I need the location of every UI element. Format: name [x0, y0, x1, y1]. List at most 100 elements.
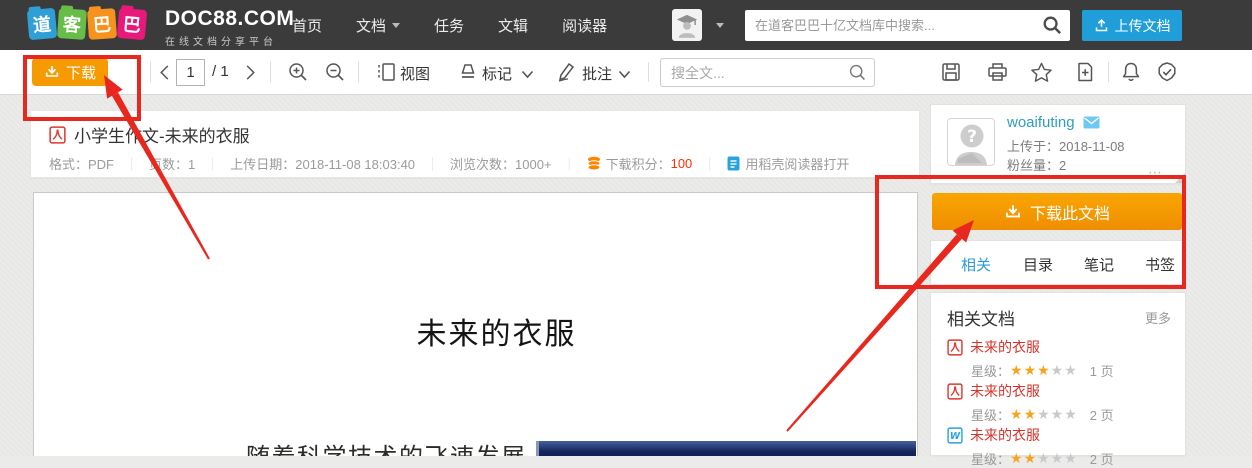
- preview-page-title: 未来的衣服: [34, 309, 917, 353]
- uploader-username[interactable]: woaifuting: [1007, 114, 1075, 131]
- view-mode-button[interactable]: 视图: [400, 63, 430, 84]
- main-nav: 首页 文档 任务 文辑 阅读器: [292, 15, 641, 36]
- stars-filled: ★★: [1010, 450, 1037, 467]
- annotate-caret-icon[interactable]: [618, 66, 631, 84]
- nav-collections[interactable]: 文辑: [498, 15, 528, 36]
- stars-empty: ★★★: [1037, 450, 1078, 467]
- logo-tile: 道: [27, 8, 58, 40]
- document-meta: 格式：PDF ｜ 页数：1 ｜ 上传日期：2018-11-08 18:03:40…: [49, 154, 849, 173]
- site-search: [745, 10, 1070, 41]
- divider: [150, 62, 151, 82]
- tab-notes[interactable]: 笔记: [1084, 254, 1114, 275]
- meta-views: 浏览次数：1000+: [450, 154, 552, 173]
- meta-credit-label: 下载积分：: [606, 154, 671, 173]
- doc88-logo[interactable]: 道 客 巴 巴: [28, 9, 148, 39]
- notification-bell-icon[interactable]: [1120, 61, 1142, 88]
- related-doc-pages: 2 页: [1090, 405, 1114, 424]
- nav-reader[interactable]: 阅读器: [562, 15, 607, 36]
- document-info-card: 小学生作文-未来的衣服 格式：PDF ｜ 页数：1 ｜ 上传日期：2018-11…: [30, 110, 920, 178]
- pdf-file-icon: [49, 126, 66, 144]
- uploader-card: ? woaifuting 上传于：2018-11-08 粉丝量：2 ⋯: [930, 104, 1186, 184]
- add-file-icon[interactable]: [1075, 61, 1095, 88]
- resize-corner: [1175, 173, 1185, 183]
- view-mode-icon[interactable]: [376, 61, 396, 88]
- rating-label: 星级：: [971, 405, 1010, 424]
- nav-home[interactable]: 首页: [292, 15, 322, 36]
- download-this-document-button[interactable]: 下载此文档: [932, 193, 1182, 230]
- related-doc-pages: 1 页: [1090, 361, 1114, 380]
- mark-button[interactable]: 标记: [482, 63, 512, 84]
- zoom-out-icon[interactable]: [324, 61, 346, 88]
- search-icon[interactable]: [1042, 15, 1063, 41]
- next-page-button[interactable]: [243, 64, 257, 86]
- reader-doc-icon: [727, 156, 740, 171]
- related-heading: 相关文档: [947, 305, 1015, 330]
- search-icon[interactable]: [848, 63, 867, 87]
- logo-tile: 客: [57, 8, 87, 40]
- print-icon[interactable]: [986, 61, 1009, 88]
- tab-bookmarks[interactable]: 书签: [1145, 254, 1175, 275]
- svg-text:?: ?: [967, 127, 977, 147]
- site-search-input[interactable]: [755, 10, 1035, 41]
- related-more-link[interactable]: 更多: [1145, 308, 1171, 327]
- sidebar-tabs: 相关 目录 笔记 书签: [930, 240, 1186, 285]
- brand-block[interactable]: DOC88.COM 在线文档分享平台: [165, 7, 294, 48]
- related-doc-title[interactable]: 未来的衣服: [970, 337, 1040, 357]
- avatar-caret-down-icon[interactable]: [716, 23, 724, 28]
- favorite-star-icon[interactable]: [1030, 61, 1053, 88]
- related-doc-title[interactable]: 未来的衣服: [970, 425, 1040, 445]
- rating-label: 星级：: [971, 361, 1010, 380]
- prev-page-button[interactable]: [158, 64, 172, 86]
- upload-document-button[interactable]: 上传文档: [1082, 10, 1182, 41]
- open-with-reader-link[interactable]: 用稻壳阅读器打开: [745, 154, 849, 173]
- uploader-date: 上传于：2018-11-08: [1007, 136, 1125, 155]
- pen-icon[interactable]: [556, 61, 578, 88]
- user-avatar[interactable]: [672, 9, 702, 41]
- related-item[interactable]: 未来的衣服 星级： ★★★ ★★ 1 页: [947, 337, 1171, 377]
- brand-name: DOC88.COM: [165, 7, 294, 31]
- upload-icon: [1094, 18, 1109, 33]
- rating-label: 星级：: [971, 449, 1010, 468]
- download-button[interactable]: 下载: [32, 58, 108, 86]
- zoom-in-icon[interactable]: [287, 61, 309, 88]
- meta-credit-value: 100: [671, 156, 693, 171]
- annotate-button[interactable]: 批注: [582, 63, 612, 84]
- divider: [1108, 62, 1109, 82]
- brand-tagline: 在线文档分享平台: [165, 33, 294, 48]
- stars-empty: ★★: [1051, 362, 1078, 379]
- stars-filled: ★★: [1010, 406, 1037, 423]
- related-doc-title[interactable]: 未来的衣服: [970, 381, 1040, 401]
- document-title: 小学生作文-未来的衣服: [74, 122, 250, 147]
- fulltext-search: [660, 58, 875, 87]
- stars-empty: ★★★: [1037, 406, 1078, 423]
- coins-icon: [587, 156, 601, 171]
- verified-badge-icon[interactable]: [1156, 61, 1178, 88]
- mark-caret-icon[interactable]: [521, 66, 534, 84]
- nav-documents[interactable]: 文档: [356, 15, 400, 36]
- related-item[interactable]: 未来的衣服 星级： ★★ ★★★ 2 页: [947, 381, 1171, 421]
- document-preview-page[interactable]: 未来的衣服 随着科学技术的飞速发展，未来越来越多的: [33, 192, 918, 456]
- uploader-avatar[interactable]: ?: [947, 118, 995, 166]
- divider: [270, 62, 271, 82]
- message-envelope-icon[interactable]: [1083, 116, 1100, 129]
- logo-tile: 巴: [117, 8, 148, 40]
- download-icon: [1004, 203, 1022, 221]
- save-icon[interactable]: [940, 61, 962, 88]
- meta-upload-date: 上传日期：2018-11-08 18:03:40: [230, 154, 415, 173]
- related-item[interactable]: W 未来的衣服 星级： ★★ ★★★ 2 页: [947, 425, 1171, 465]
- related-documents-card: 相关文档 更多 未来的衣服 星级： ★★★ ★★ 1 页: [930, 292, 1186, 456]
- top-navigation-bar: 道 客 巴 巴 DOC88.COM 在线文档分享平台 首页 文档 任务 文辑 阅…: [0, 0, 1252, 50]
- stars-filled: ★★★: [1010, 362, 1051, 379]
- divider: [648, 62, 649, 82]
- page-total-label: / 1: [212, 63, 229, 80]
- page-number-input[interactable]: [176, 59, 205, 86]
- fulltext-search-input[interactable]: [671, 59, 841, 86]
- logo-tile: 巴: [87, 8, 117, 40]
- preview-embedded-image: [536, 441, 916, 456]
- pdf-file-icon: [947, 339, 963, 356]
- tab-related[interactable]: 相关: [961, 254, 991, 275]
- nav-tasks[interactable]: 任务: [434, 15, 464, 36]
- tab-contents[interactable]: 目录: [1023, 254, 1053, 275]
- more-ellipsis[interactable]: ⋯: [1148, 164, 1163, 181]
- highlighter-icon[interactable]: [458, 61, 478, 88]
